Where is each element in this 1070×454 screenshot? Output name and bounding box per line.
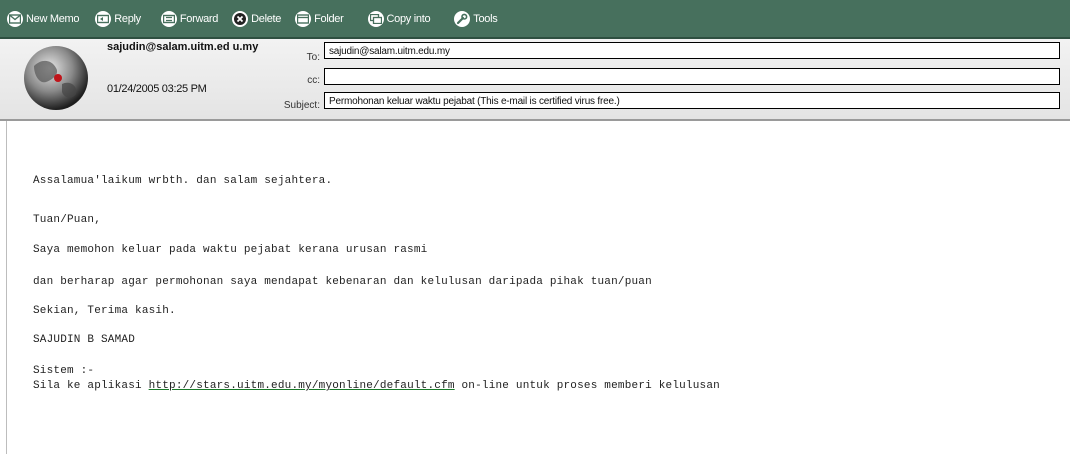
body-line-2: dan berharap agar permohonan saya mendap… [33, 276, 652, 288]
sender-avatar [22, 44, 90, 112]
delete-icon [232, 10, 249, 27]
memo-header: sajudin@salam.uitm.ed u.my 01/24/2005 03… [0, 39, 1070, 121]
body-line-1: Saya memohon keluar pada waktu pejabat k… [33, 244, 428, 256]
sender-address: sajudin@salam.uitm.ed u.my [107, 41, 259, 53]
subject-field[interactable]: Permohonan keluar waktu pejabat (This e-… [324, 92, 1060, 109]
new-memo-button[interactable]: New Memo [7, 4, 80, 34]
body-signature: SAJUDIN B SAMAD [33, 334, 136, 346]
system-label: Sistem :- [33, 365, 95, 377]
copy-into-label: Copy into [386, 12, 431, 25]
new-memo-label: New Memo [26, 12, 80, 25]
delete-label: Delete [251, 12, 282, 25]
body-closing: Sekian, Terima kasih. [33, 305, 176, 317]
folder-label: Folder [314, 12, 344, 25]
tools-button[interactable]: Tools [454, 4, 498, 34]
body-greeting: Assalamua'laikum wrbth. dan salam sejaht… [33, 175, 333, 187]
envelope-icon [7, 10, 23, 27]
action-toolbar: New Memo Reply Forward Delete Folder Cop… [0, 0, 1070, 39]
body-left-border [6, 121, 7, 454]
sent-date: 01/24/2005 03:25 PM [107, 83, 207, 95]
wrench-icon [454, 10, 471, 27]
system-suffix: on-line untuk proses memberi kelulusan [454, 380, 720, 392]
delete-button[interactable]: Delete [232, 4, 281, 34]
reply-label: Reply [114, 12, 141, 25]
cc-label: cc: [307, 75, 320, 86]
cc-field[interactable] [324, 68, 1060, 85]
body-salutation: Tuan/Puan, [33, 214, 102, 226]
system-link[interactable]: http://stars.uitm.edu.my/myonline/defaul… [149, 380, 455, 392]
tools-label: Tools [473, 12, 498, 25]
copy-icon [367, 10, 384, 27]
subject-label: Subject: [283, 100, 320, 111]
forward-icon [160, 10, 177, 27]
forward-button[interactable]: Forward [160, 4, 219, 34]
reply-button[interactable]: Reply [95, 4, 141, 34]
reply-icon [95, 10, 112, 27]
to-field[interactable]: sajudin@salam.uitm.edu.my [324, 42, 1060, 59]
folder-button[interactable]: Folder [295, 4, 344, 34]
folder-icon [295, 10, 312, 27]
to-label: To: [306, 52, 320, 63]
forward-label: Forward [179, 12, 219, 25]
system-prefix: Sila ke aplikasi [33, 380, 149, 392]
system-line: Sila ke aplikasi http://stars.uitm.edu.m… [33, 380, 720, 392]
copy-into-button[interactable]: Copy into [367, 4, 431, 34]
